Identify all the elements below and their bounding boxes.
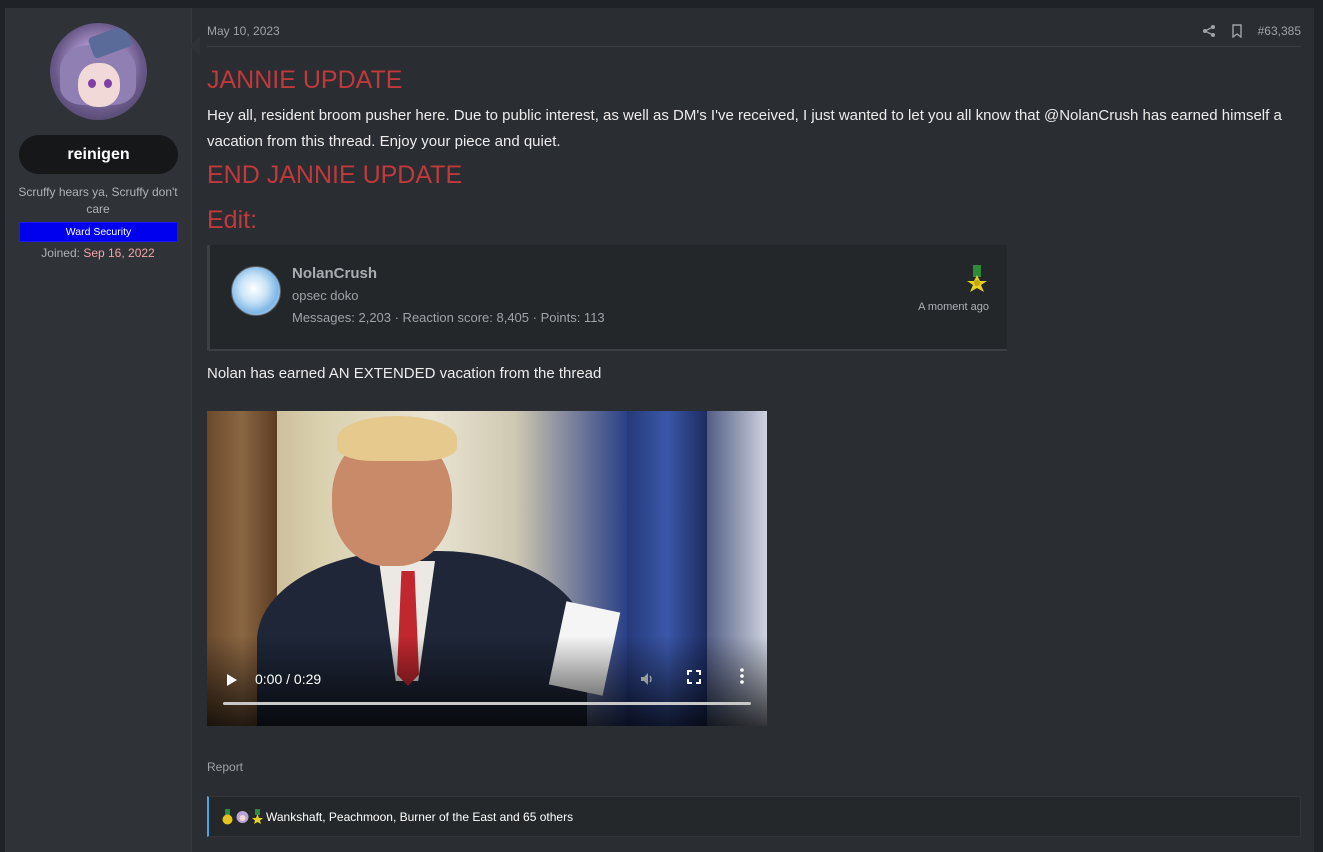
- quoted-username[interactable]: NolanCrush: [292, 265, 377, 282]
- avatar-reaction-icon: [236, 811, 249, 823]
- more-vertical-icon[interactable]: [739, 668, 745, 685]
- post-body-text: Hey all, resident broom pusher here. Due…: [207, 107, 1282, 150]
- video-time: 0:00 / 0:29: [255, 671, 322, 687]
- heading-jannie-update: JANNIE UPDATE: [207, 66, 403, 94]
- play-icon[interactable]: [227, 674, 237, 686]
- reaction-icons: [221, 809, 264, 825]
- post-meta: May 10, 2023 #63,385: [207, 24, 1301, 47]
- share-icon[interactable]: [1202, 24, 1216, 38]
- username[interactable]: reinigen: [19, 135, 178, 174]
- video-player[interactable]: 0:00 / 0:29: [207, 411, 767, 726]
- joined-date: Sep 16, 2022: [83, 246, 155, 260]
- quoted-last-seen: A moment ago: [918, 301, 989, 313]
- video-progress-bar[interactable]: [223, 702, 751, 705]
- report-link[interactable]: Report: [207, 760, 243, 774]
- star-reaction-icon: [252, 809, 263, 824]
- video-controls: 0:00 / 0:29: [207, 656, 767, 726]
- quoted-avatar[interactable]: [231, 266, 281, 316]
- joined-label: Joined:: [41, 246, 80, 260]
- avatar[interactable]: [50, 23, 147, 120]
- quoted-user-stats: Messages: 2,203 · Reaction score: 8,405 …: [292, 310, 605, 325]
- post-number[interactable]: #63,385: [1258, 24, 1301, 38]
- medal-icon: [967, 265, 987, 292]
- quoted-user-title: opsec doko: [292, 288, 359, 303]
- post-body-text-2: Nolan has earned AN EXTENDED vacation fr…: [207, 365, 602, 382]
- heading-edit: Edit:: [207, 206, 258, 234]
- user-card-embed[interactable]: NolanCrush opsec doko Messages: 2,203 · …: [207, 245, 1007, 351]
- bookmark-icon[interactable]: [1230, 24, 1244, 38]
- medal-reaction-icon: [222, 809, 233, 825]
- user-arrow: [190, 36, 200, 56]
- user-sidebar: reinigen Scruffy hears ya, Scruffy don't…: [6, 8, 192, 852]
- post-container: reinigen Scruffy hears ya, Scruffy don't…: [5, 8, 1314, 852]
- reactions-text[interactable]: Wankshaft, Peachmoon, Burner of the East…: [266, 810, 573, 824]
- reactions-bar[interactable]: Wankshaft, Peachmoon, Burner of the East…: [207, 796, 1301, 837]
- user-banner: Ward Security: [19, 222, 178, 242]
- fullscreen-icon[interactable]: [687, 670, 701, 684]
- joined-info: Joined: Sep 16, 2022: [14, 246, 182, 260]
- post-date[interactable]: May 10, 2023: [207, 24, 280, 38]
- user-title: Scruffy hears ya, Scruffy don't care: [18, 185, 178, 216]
- post-actions: #63,385: [1202, 24, 1301, 38]
- heading-end-jannie-update: END JANNIE UPDATE: [207, 161, 463, 189]
- volume-icon[interactable]: [639, 671, 655, 690]
